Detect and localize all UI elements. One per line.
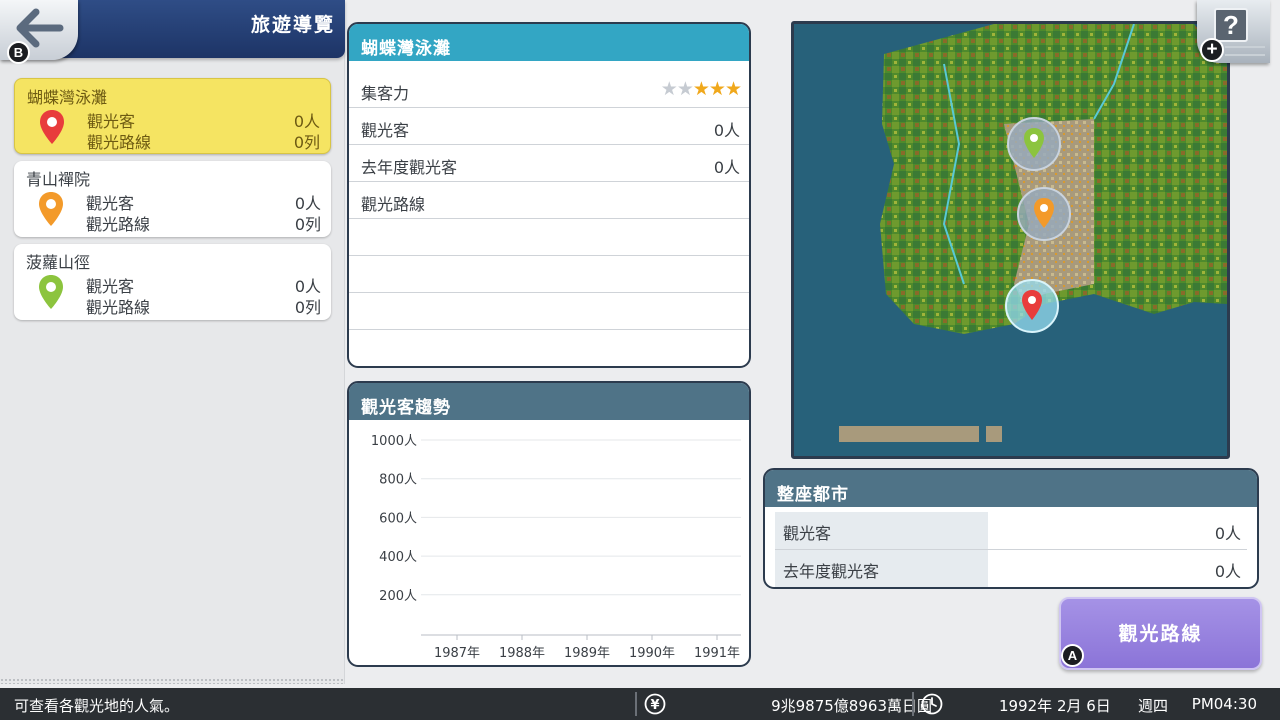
whole-city-panel: 整座都市 觀光客 0人 去年度觀光客 0人	[763, 468, 1259, 589]
visitors-value: 0人	[713, 121, 740, 140]
panel-title: 觀光客趨勢	[349, 383, 749, 423]
y-tick-label: 400人	[379, 550, 417, 565]
attraction-label: 集客力	[361, 84, 410, 103]
map-marker[interactable]	[1017, 187, 1071, 241]
last-year-label: 去年度觀光客	[361, 158, 458, 177]
route-list-row	[349, 293, 749, 330]
attraction-row: 集客力 ★★★★★	[349, 71, 749, 108]
spot-card-butterfly-beach[interactable]: 蝴蝶灣泳灘 觀光客 0人 觀光路線 0列	[14, 78, 331, 154]
route-list-row	[349, 256, 749, 293]
question-icon: ?	[1214, 8, 1248, 42]
y-tick-label: 1000人	[371, 434, 417, 449]
a-button-badge: A	[1061, 644, 1084, 667]
current-weekday: 週四	[1138, 697, 1169, 715]
plus-button-badge: +	[1200, 38, 1224, 62]
panel-title: 蝴蝶灣泳灘	[349, 24, 749, 64]
current-date: 1992年 2月 6日	[999, 697, 1111, 715]
routes-row: 觀光路線	[349, 182, 749, 219]
spot-name: 菠蘿山徑	[26, 253, 91, 272]
funds-value: 9兆9875億8963萬日圓	[771, 697, 932, 715]
y-tick-label: 600人	[379, 511, 417, 526]
y-tick-label: 800人	[379, 473, 417, 488]
divider	[635, 692, 637, 716]
visitors-label: 觀光客	[361, 121, 410, 140]
city-last-year-value: 0人	[1214, 562, 1241, 581]
map-pin-icon	[40, 110, 64, 144]
x-tick-label: 1990年	[629, 646, 675, 661]
divider	[912, 692, 914, 716]
visitor-trend-panel: 觀光客趨勢 1000人 800人 600人 400人 200人 1987年 1988年 198…	[347, 381, 751, 667]
map-marker[interactable]	[1007, 117, 1061, 171]
x-tick-label: 1991年	[694, 646, 740, 661]
divider	[0, 678, 345, 684]
status-bar: 可查看各觀光地的人氣。 ¥ 9兆9875億8963萬日圓 1992年 2月 6日…	[0, 688, 1280, 720]
spot-info-panel: 蝴蝶灣泳灘 集客力 ★★★★★ 觀光客 0人 去年度觀光客 0人 觀光路線	[347, 22, 751, 368]
city-visitors-row: 觀光客 0人	[775, 512, 1247, 550]
last-year-value: 0人	[713, 158, 740, 177]
star-empty-icon: ★	[676, 78, 694, 100]
x-tick-label: 1989年	[564, 646, 610, 661]
menu-lines-icon	[1225, 46, 1265, 56]
routes-value: 0列	[294, 298, 321, 317]
routes-value: 0列	[293, 133, 320, 152]
spot-name: 蝴蝶灣泳灘	[27, 88, 108, 107]
star-filled-icon: ★	[708, 78, 726, 100]
city-visitors-value: 0人	[1214, 524, 1241, 543]
tour-route-button[interactable]: 觀光路線	[1059, 597, 1262, 670]
city-visitors-label: 觀光客	[775, 512, 988, 549]
map-marker[interactable]	[1005, 279, 1059, 333]
star-empty-icon: ★	[660, 78, 678, 100]
b-button-badge: B	[7, 41, 30, 64]
routes-label: 觀光路線	[86, 298, 151, 317]
current-time: PM04:30	[1191, 695, 1257, 713]
y-tick-label: 200人	[379, 589, 417, 604]
help-button[interactable]: ? +	[1197, 0, 1270, 63]
attraction-rating: ★★★★★	[660, 78, 742, 100]
panel-title: 整座都市	[765, 470, 1257, 510]
routes-label: 觀光路線	[86, 215, 151, 234]
yen-glyph: ¥	[650, 698, 659, 713]
routes-value: 0列	[294, 215, 321, 234]
x-tick-label: 1988年	[499, 646, 545, 661]
city-last-year-row: 去年度觀光客 0人	[775, 550, 1247, 587]
terrain-map	[794, 24, 1227, 456]
star-filled-icon: ★	[692, 78, 710, 100]
spot-card-pineapple-trail[interactable]: 菠蘿山徑 觀光客 0人 觀光路線 0列	[14, 244, 331, 320]
page-title: 旅遊導覽	[250, 14, 335, 36]
map-pin-icon	[39, 192, 63, 226]
visitors-row: 觀光客 0人	[349, 108, 749, 145]
city-last-year-label: 去年度觀光客	[775, 550, 988, 587]
x-tick-label: 1987年	[434, 646, 480, 661]
spot-card-castle-peak-temple[interactable]: 青山禪院 觀光客 0人 觀光路線 0列	[14, 161, 331, 237]
routes-label: 觀光路線	[87, 133, 152, 152]
map-pin-icon	[39, 275, 63, 309]
visitor-trend-chart: 1000人 800人 600人 400人 200人 1987年 1988年 1989年 1990…	[371, 434, 741, 661]
routes-label: 觀光路線	[361, 195, 426, 214]
last-year-row: 去年度觀光客 0人	[349, 145, 749, 182]
city-map[interactable]	[791, 21, 1230, 459]
star-filled-icon: ★	[724, 78, 742, 100]
clock-icon	[921, 693, 943, 715]
yen-icon: ¥	[644, 693, 666, 715]
status-message: 可查看各觀光地的人氣。	[14, 697, 180, 715]
spot-name: 青山禪院	[26, 170, 91, 189]
route-list-row	[349, 219, 749, 256]
